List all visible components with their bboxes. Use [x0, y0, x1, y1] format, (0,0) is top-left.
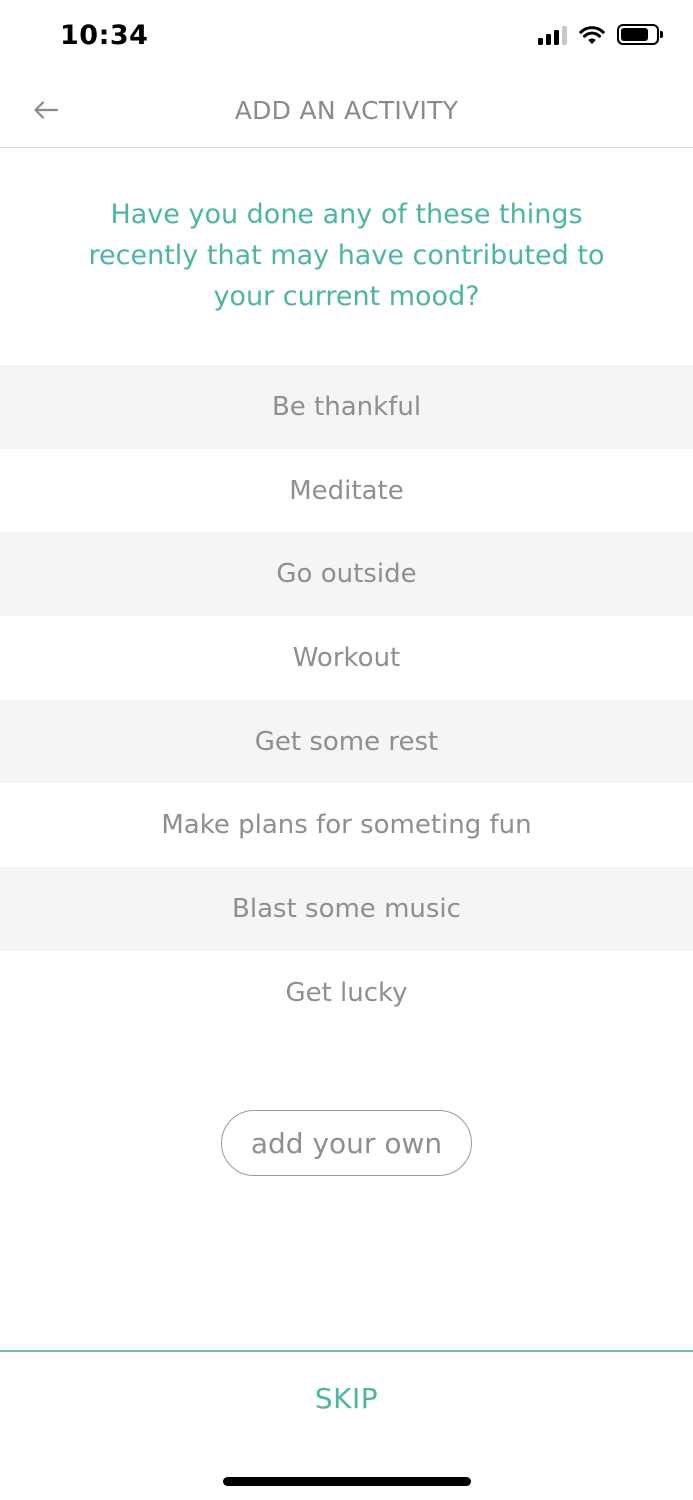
activity-item-get-some-rest[interactable]: Get some rest	[0, 699, 693, 784]
activity-item-go-outside[interactable]: Go outside	[0, 532, 693, 617]
activity-item-get-lucky[interactable]: Get lucky	[0, 951, 693, 1035]
activity-item-make-plans[interactable]: Make plans for someting fun	[0, 783, 693, 867]
question-text: Have you done any of these things recent…	[88, 199, 605, 312]
status-bar: 10:34	[0, 0, 693, 76]
cellular-signal-icon	[538, 25, 567, 45]
wifi-icon	[579, 25, 605, 44]
activity-item-be-thankful[interactable]: Be thankful	[0, 365, 693, 449]
status-icons	[538, 24, 663, 45]
activity-item-meditate[interactable]: Meditate	[0, 449, 693, 533]
activity-item-workout[interactable]: Workout	[0, 616, 693, 700]
activity-list: Be thankful Meditate Go outside Workout …	[0, 365, 693, 1035]
add-your-own-button[interactable]: add your own	[221, 1110, 472, 1176]
battery-icon	[617, 24, 663, 45]
header: ADD AN ACTIVITY	[0, 76, 693, 148]
home-indicator[interactable]	[223, 1477, 471, 1486]
skip-label: SKIP	[314, 1382, 379, 1415]
activity-item-blast-some-music[interactable]: Blast some music	[0, 867, 693, 951]
skip-button[interactable]: SKIP	[0, 1350, 693, 1445]
status-time: 10:34	[60, 20, 149, 51]
page-title: ADD AN ACTIVITY	[234, 96, 459, 125]
